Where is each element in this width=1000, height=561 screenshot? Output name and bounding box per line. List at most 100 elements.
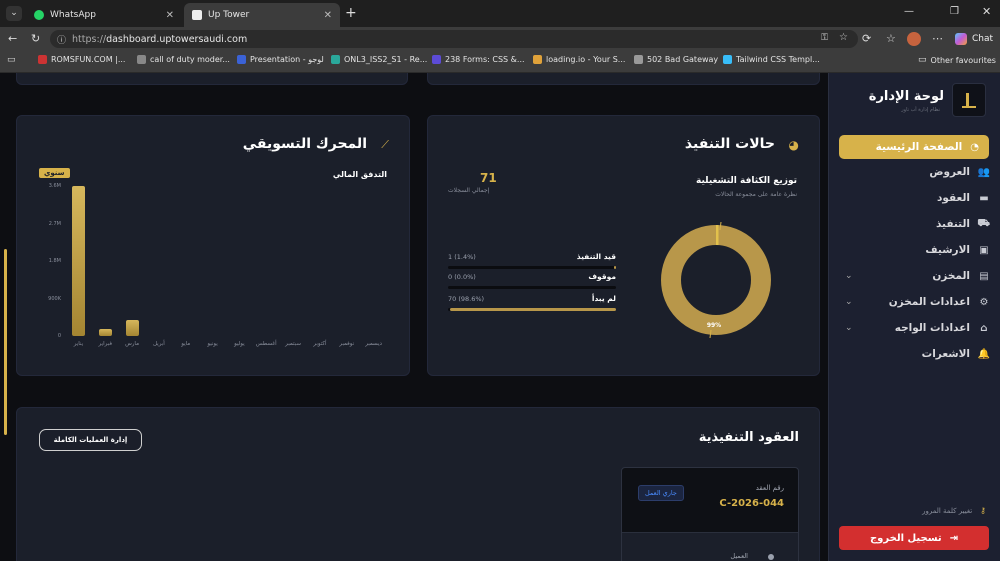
logo-base: [962, 106, 976, 108]
sidebar-item-frontend-settings[interactable]: ⌂ اعدادات الواجه: [895, 318, 990, 338]
reload-icon[interactable]: ↻: [31, 32, 40, 45]
new-tab-icon[interactable]: +: [345, 5, 357, 21]
bars-area: [65, 186, 387, 336]
bookmark-item[interactable]: call of duty moder...: [137, 55, 230, 64]
donut-slice-in-progress: [716, 225, 719, 245]
bookmark-item[interactable]: 238 Forms: CSS &...: [432, 55, 525, 64]
minimize-icon[interactable]: —: [904, 6, 914, 17]
bookmark-item[interactable]: Tailwind CSS Templ...: [723, 55, 820, 64]
sidebar-item-label: العقود: [937, 192, 970, 204]
manage-operations-button[interactable]: إدارة العمليات الكاملة: [39, 429, 142, 451]
bookmark-item[interactable]: ROMSFUN.COM |...: [38, 55, 125, 64]
contract-card[interactable]: رقم العقد C-2026-044 جاري العمل العميل: [621, 467, 799, 561]
home-icon: ⌂: [980, 322, 988, 334]
key-icon: ⚷: [980, 506, 986, 515]
status-donut-chart: 99%: [661, 221, 771, 339]
y-tick-label: 900K: [48, 295, 61, 302]
chart-bar[interactable]: [98, 329, 112, 336]
tab-title: Up Tower: [208, 10, 250, 20]
bookmarks-bar: ▭ ROMSFUN.COM |... call of duty moder...…: [0, 51, 1000, 73]
bookmark-favicon: [137, 55, 146, 64]
extension-icon[interactable]: ⟳: [862, 32, 871, 45]
pie-chart-icon: ◕: [788, 138, 799, 152]
bar-chart: 0 900K 1.8M 2.7M 3.6M يناير فبراير مارس أبريل ما…: [39, 183, 389, 347]
sidebar-item-contracts[interactable]: ▬ العقود: [937, 188, 990, 208]
key-icon[interactable]: ⚿: [821, 33, 828, 43]
chart-bar[interactable]: [71, 186, 85, 336]
sidebar-title: لوحة الإدارة: [868, 89, 944, 104]
sidebar-item-warehouse-settings[interactable]: ⚙ اعدادات المخزن: [889, 292, 990, 312]
x-tick-label: فبراير: [98, 341, 112, 347]
total-records-value: 71: [480, 171, 497, 185]
bookmark-label: ROMSFUN.COM |...: [51, 55, 126, 64]
cart-icon: ⛟: [977, 217, 990, 229]
avatar[interactable]: [907, 32, 921, 46]
range-badge[interactable]: سنوي: [39, 168, 70, 178]
chat-label[interactable]: Chat: [972, 34, 993, 44]
bookmark-star-icon[interactable]: ☆: [839, 32, 848, 43]
chart-bar[interactable]: [125, 320, 139, 336]
chevron-down-icon[interactable]: ⌄: [845, 297, 853, 307]
sidebar-item-home[interactable]: الصفحة الرئيسية ◔: [839, 135, 989, 159]
dashboard-app: ⟋ المحرك التسويقي التدفق المالي سنوي 0 90…: [0, 73, 1000, 561]
status-progress-fill: [450, 308, 616, 311]
donut-ring-not-started: [661, 225, 771, 335]
bookmark-favicon: [432, 55, 441, 64]
close-tab-icon[interactable]: ✕: [166, 10, 174, 21]
sidebar-item-archive[interactable]: ▣ الارشيف: [925, 240, 990, 260]
bookmark-item[interactable]: 502 Bad Gateway: [634, 55, 718, 64]
y-tick-label: 1.8M: [48, 258, 61, 264]
client-label: العميل: [730, 552, 748, 560]
bookmark-item[interactable]: ONL3_ISS2_S1 - Re...: [331, 55, 427, 64]
execution-subtitle: توزيع الكثافة التشغيلية: [696, 176, 797, 186]
sidebar-item-offers[interactable]: 👥 العروض: [929, 162, 990, 182]
close-tab-icon[interactable]: ✕: [324, 10, 332, 21]
change-password-label: تغيير كلمة المرور: [922, 506, 973, 515]
y-tick-label: 2.7M: [48, 220, 61, 227]
logo: [952, 83, 986, 117]
more-icon[interactable]: ⋯: [932, 32, 943, 45]
top-card-right: [427, 73, 820, 85]
maximize-icon[interactable]: ❐: [950, 6, 959, 17]
tab-up-tower[interactable]: Up Tower ✕: [184, 3, 340, 27]
chevron-down-icon[interactable]: ⌄: [845, 271, 853, 281]
contract-number-label: رقم العقد: [755, 484, 784, 492]
copilot-icon[interactable]: [955, 33, 967, 45]
logout-button[interactable]: ⇥ تسجيل الخروج: [839, 526, 989, 550]
bookmark-item[interactable]: loading.io - Your S...: [533, 55, 625, 64]
sidebar-item-execution[interactable]: ⛟ التنفيذ: [936, 214, 990, 234]
sidebar-item-label: اعدادات المخزن: [888, 296, 970, 308]
page-scrollbar[interactable]: [4, 249, 7, 435]
status-value: 0 (0.0%): [448, 273, 476, 281]
sidebar-item-label: الارشيف: [925, 244, 970, 256]
bookmark-item[interactable]: Presentation - لوجو: [237, 55, 324, 64]
x-axis: يناير فبراير مارس أبريل مايو يونيو يوليو أغسطس س…: [65, 341, 387, 351]
tab-list-icon[interactable]: ⌄: [6, 6, 22, 21]
bookmark-label: loading.io - Your S...: [546, 55, 626, 64]
status-value: 1 (1.4%): [448, 253, 476, 261]
sidebar-item-notifications[interactable]: 🔔 الاشعرات: [922, 344, 990, 364]
x-tick-label: سبتمبر: [285, 341, 301, 347]
users-icon: 👥: [977, 166, 990, 178]
donut-percent-label: 99%: [707, 322, 721, 329]
change-password-link[interactable]: ⚷ تغيير كلمة المرور: [922, 506, 986, 515]
close-window-icon[interactable]: ✕: [982, 5, 991, 18]
sidebar-item-label: التنفيذ: [935, 218, 970, 230]
logout-label: تسجيل الخروج: [869, 532, 942, 544]
status-progress: [448, 286, 616, 289]
status-label: قيد التنفيذ: [576, 252, 616, 261]
url-field[interactable]: ⓘ https://dashboard.uptowersaudi.com ⚿ ☆: [50, 30, 858, 48]
other-favourites[interactable]: ▭ Other favourites: [918, 55, 996, 65]
execution-caption: نظرة عامة على مجموعة الحالات: [715, 191, 797, 198]
bookmark-favicon: [723, 55, 732, 64]
url-info-icon[interactable]: ⓘ: [57, 33, 66, 46]
bookmark-favicon: [634, 55, 643, 64]
tab-actions-icon[interactable]: ▭: [7, 55, 16, 65]
sidebar-item-warehouse[interactable]: ▤ المخزن: [932, 266, 990, 286]
tab-whatsapp[interactable]: WhatsApp ✕: [26, 3, 182, 27]
back-icon[interactable]: ←: [8, 32, 17, 45]
chevron-down-icon[interactable]: ⌄: [845, 323, 853, 333]
favorites-icon[interactable]: ☆: [886, 32, 896, 45]
status-label: لم يبدأ: [591, 294, 616, 303]
sidebar-subtitle: نظام إدارة أب تاور: [901, 107, 940, 113]
